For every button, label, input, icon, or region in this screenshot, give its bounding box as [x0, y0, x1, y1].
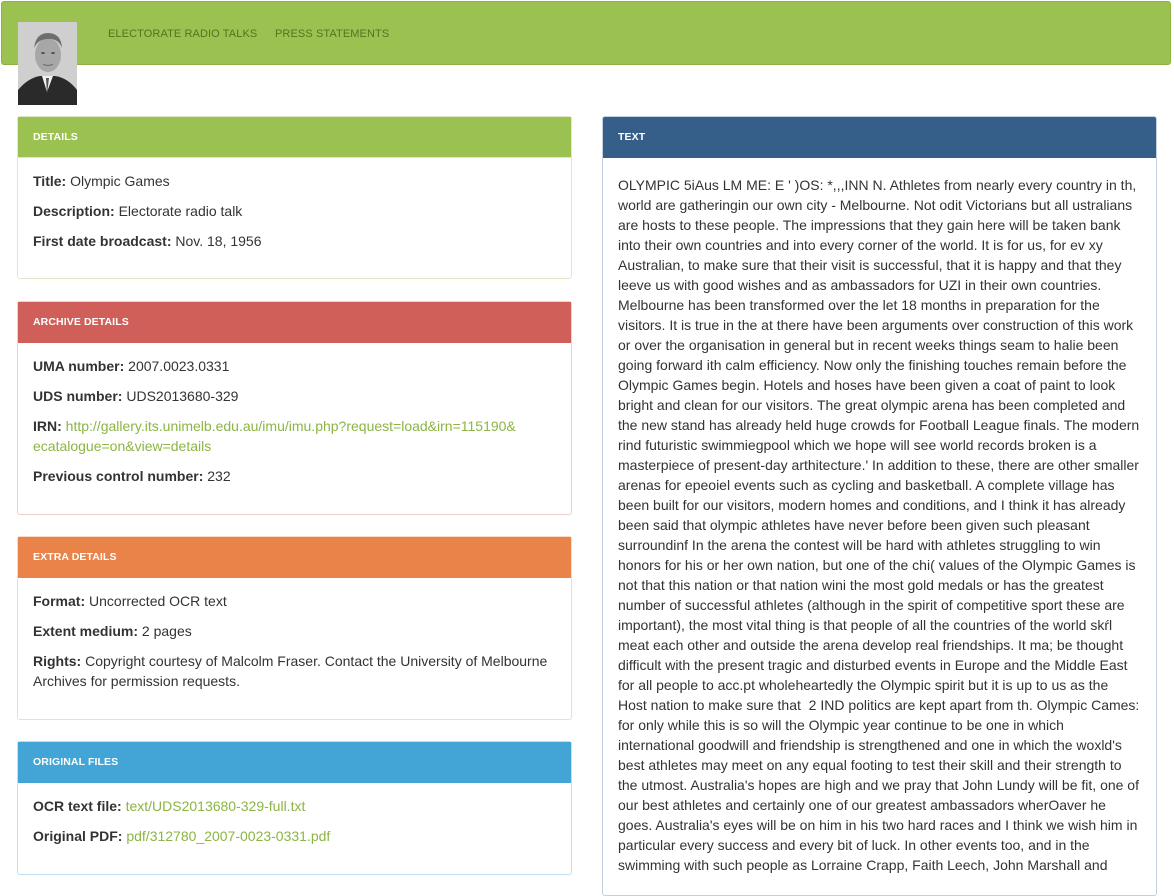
archive-details-heading: ARCHIVE DETAILS — [18, 302, 571, 343]
extent-medium-value: 2 pages — [141, 623, 192, 639]
original-pdf-link[interactable]: pdf/312780_2007-0023-0331.pdf — [126, 828, 330, 844]
ocr-text-line: leeve us with good wishes and as ambassa… — [618, 277, 1102, 293]
ocr-text-line: swimming with such people as Lorraine Cr… — [618, 857, 1108, 873]
uma-number-row: UMA number: 2007.0023.0331 — [33, 356, 556, 376]
ocr-text-line: Olympic Games begin. Hotels and hoses ha… — [618, 377, 1116, 393]
ocr-text-line: rind futuristic swimmiegpool which we ho… — [618, 437, 1097, 453]
ocr-text-line: surroundinf In the arena the contest wil… — [618, 537, 1101, 553]
ocr-text-file-row: OCR text file: text/UDS2013680-329-full.… — [33, 796, 556, 816]
first-date-label: First date broadcast: — [33, 233, 172, 249]
uma-number-label: UMA number: — [33, 358, 125, 374]
previous-control-label: Previous control number: — [33, 468, 204, 484]
ocr-text-line: our best athletes and certainly one of o… — [618, 797, 1106, 813]
ocr-text-line: been said that olympic athletes have nev… — [618, 517, 1090, 533]
previous-control-value: 232 — [207, 468, 231, 484]
ocr-text-line: Melbourne has been transformed over the … — [618, 297, 1100, 313]
ocr-text-line: Australian, to make sure that their visi… — [618, 257, 1122, 273]
nav-link-press-statements[interactable]: PRESS STATEMENTS — [275, 28, 389, 40]
ocr-text-line: not that this nation or that nation wini… — [618, 577, 1104, 593]
extra-details-panel: EXTRA DETAILS Format: Uncorrected OCR te… — [17, 536, 572, 720]
ocr-text-line: masterpiece of present-day arthitecture.… — [618, 457, 1139, 473]
ocr-text-line: important), the most vital thing is that… — [618, 617, 1113, 633]
description-value: Electorate radio talk — [118, 203, 243, 219]
ocr-text-line: visitors. It is true in the at there hav… — [618, 317, 1134, 333]
irn-label: IRN: — [33, 418, 62, 434]
extent-medium-row: Extent medium: 2 pages — [33, 621, 556, 641]
description-label: Description: — [33, 203, 115, 219]
ocr-text-line: or over the organisation in general but … — [618, 337, 1119, 353]
text-heading: TEXT — [603, 117, 1156, 158]
ocr-text-line: are hosts to these people. The impressio… — [618, 217, 1121, 233]
details-panel: DETAILS Title: Olympic Games Description… — [17, 116, 572, 279]
ocr-text-file-label: OCR text file: — [33, 798, 122, 814]
ocr-text-file-link[interactable]: text/UDS2013680-329-full.txt — [126, 798, 306, 814]
ocr-text-line: for all people to acc.pt wholeheartedly … — [618, 677, 1109, 693]
ocr-text-line: going forward ith calm efficiency. Now o… — [618, 357, 1127, 373]
ocr-text-line: arenas for epeoiel events such as cyclin… — [618, 477, 1115, 493]
previous-control-row: Previous control number: 232 — [33, 466, 556, 486]
details-heading: DETAILS — [18, 117, 571, 158]
ocr-text-line: for only while this is so will the Olymp… — [618, 717, 1064, 733]
irn-row: IRN: http://gallery.its.unimelb.edu.au/i… — [33, 416, 556, 456]
archive-details-panel: ARCHIVE DETAILS UMA number: 2007.0023.03… — [17, 301, 572, 515]
ocr-text-line: OLYMPIC 5iAus LM ME: E ' )OS: *,,,INN N.… — [618, 177, 1137, 193]
ocr-text-line: goes. Australia's eyes will be on him in… — [618, 817, 1138, 833]
ocr-text-line: into their own countries and into every … — [618, 237, 1103, 253]
ocr-text-line: been built for our visitors, modern home… — [618, 497, 1126, 513]
first-date-value: Nov. 18, 1956 — [175, 233, 262, 249]
ocr-text-line: honors for his or her own nation, but on… — [618, 557, 1136, 573]
extra-details-heading: EXTRA DETAILS — [18, 537, 571, 578]
uds-number-label: UDS number: — [33, 388, 123, 404]
original-files-heading: ORIGINAL FILES — [18, 742, 571, 783]
ocr-text-line: the new stand has already held huge crow… — [618, 417, 1140, 433]
portrait-photo — [18, 22, 77, 105]
extent-medium-label: Extent medium: — [33, 623, 139, 639]
original-pdf-row: Original PDF: pdf/312780_2007-0023-0331.… — [33, 826, 556, 846]
original-pdf-label: Original PDF: — [33, 828, 123, 844]
format-label: Format: — [33, 593, 86, 609]
rights-row: Rights: Copyright courtesy of Malcolm Fr… — [33, 651, 556, 691]
nav-link-electorate-radio-talks[interactable]: ELECTORATE RADIO TALKS — [108, 28, 257, 40]
title-row: Title: Olympic Games — [33, 171, 556, 191]
ocr-text-line: the utmost. Australia's hopes are high a… — [618, 777, 1139, 793]
uds-number-row: UDS number: UDS2013680-329 — [33, 386, 556, 406]
format-row: Format: Uncorrected OCR text — [33, 591, 556, 611]
uma-number-value: 2007.0023.0331 — [128, 358, 230, 374]
irn-link-line2: ecatalogue=on&view=details — [33, 438, 212, 454]
irn-link[interactable]: http://gallery.its.unimelb.edu.au/imu/im… — [33, 418, 516, 454]
format-value: Uncorrected OCR text — [89, 593, 227, 609]
ocr-text-line: difficult with the present tragic and di… — [618, 657, 1128, 673]
ocr-text-line: world are gatheringin our own city - Mel… — [618, 197, 1133, 213]
description-row: Description: Electorate radio talk — [33, 201, 556, 221]
uds-number-value: UDS2013680-329 — [126, 388, 239, 404]
ocr-text-line: international goodwill and friendship is… — [618, 737, 1122, 753]
ocr-text-body: OLYMPIC 5iAus LM ME: E ' )OS: *,,,INN N.… — [603, 158, 1156, 875]
first-date-row: First date broadcast: Nov. 18, 1956 — [33, 231, 556, 251]
original-files-panel: ORIGINAL FILES OCR text file: text/UDS20… — [17, 741, 572, 875]
irn-link-line1: http://gallery.its.unimelb.edu.au/imu/im… — [65, 418, 516, 434]
text-panel: TEXT OLYMPIC 5iAus LM ME: E ' )OS: *,,,I… — [602, 116, 1157, 896]
rights-label: Rights: — [33, 653, 82, 669]
ocr-text-line: number of successful athletes (although … — [618, 597, 1125, 613]
ocr-text-line: bright and clean for our visitors. The g… — [618, 397, 1126, 413]
ocr-text-line: Host nation to make sure that 2 IND poli… — [618, 697, 1140, 713]
top-navbar: ELECTORATE RADIO TALKS PRESS STATEMENTS — [1, 1, 1171, 65]
rights-value: Copyright courtesy of Malcolm Fraser. Co… — [33, 653, 548, 689]
title-label: Title: — [33, 173, 67, 189]
ocr-text-line: meat each other and outside the arena de… — [618, 637, 1124, 653]
ocr-text-line: particular every success and every bit o… — [618, 837, 1090, 853]
title-value: Olympic Games — [70, 173, 170, 189]
ocr-text-line: best athletes may meet on any equal foot… — [618, 757, 1122, 773]
